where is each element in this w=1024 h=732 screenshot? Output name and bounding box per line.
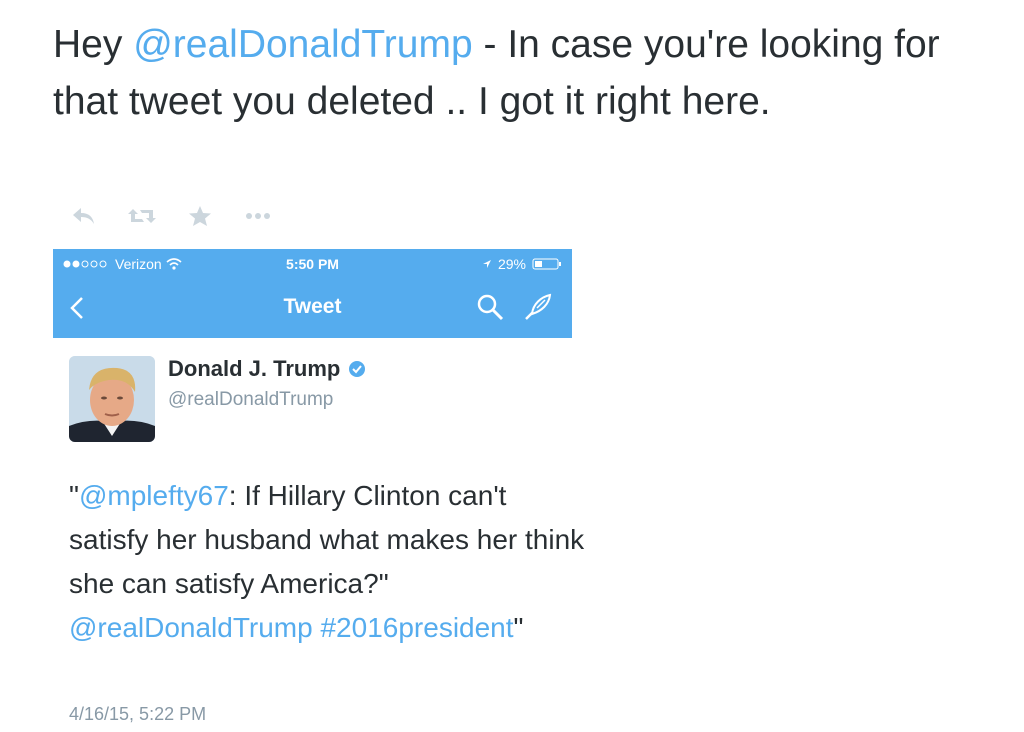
star-icon <box>189 206 211 226</box>
status-right: 29% <box>482 249 562 279</box>
status-bar: Verizon 5:50 PM 29% <box>53 249 572 279</box>
reply-icon <box>73 208 94 224</box>
battery-percent: 29% <box>497 256 526 272</box>
reply-button[interactable] <box>55 201 113 231</box>
profile-photo <box>69 356 155 442</box>
phone-header: Verizon 5:50 PM 29% Tweet <box>53 249 572 338</box>
tweet-body: "@mplefty67: If Hillary Clinton can't sa… <box>69 474 589 650</box>
favorite-button[interactable] <box>171 201 229 231</box>
author-handle[interactable]: @realDonaldTrump <box>168 389 333 411</box>
location-arrow-icon <box>482 260 491 268</box>
quote-close: " <box>513 612 524 643</box>
tweet-timestamp[interactable]: 4/16/15, 5:22 PM <box>69 704 206 725</box>
verified-badge-icon <box>349 361 366 377</box>
nav-bar: Tweet <box>53 279 572 338</box>
more-button[interactable] <box>229 201 287 231</box>
search-icon <box>477 294 504 321</box>
outer-tweet-mention-link[interactable]: @realDonaldTrump <box>133 23 472 66</box>
mention-link[interactable]: @realDonaldTrump <box>69 612 313 643</box>
compose-button[interactable] <box>523 292 553 322</box>
more-dots-icon <box>246 213 270 219</box>
quoted-mention-link[interactable]: @mplefty67 <box>79 480 229 511</box>
author-name[interactable]: Donald J. Trump <box>168 356 340 382</box>
battery-icon <box>532 258 561 270</box>
retweet-button[interactable] <box>113 201 171 231</box>
retweet-icon <box>128 209 156 223</box>
quote-open: " <box>69 480 79 511</box>
tweet-actions <box>55 200 287 232</box>
search-button[interactable] <box>475 292 505 322</box>
hashtag-link[interactable]: #2016president <box>320 612 513 643</box>
compose-quill-icon <box>525 293 552 320</box>
outer-tweet-prefix: Hey <box>53 23 134 66</box>
author-name-row: Donald J. Trump <box>168 356 366 382</box>
avatar[interactable] <box>69 356 155 442</box>
outer-tweet-text: Hey @realDonaldTrump - In case you're lo… <box>53 16 973 130</box>
